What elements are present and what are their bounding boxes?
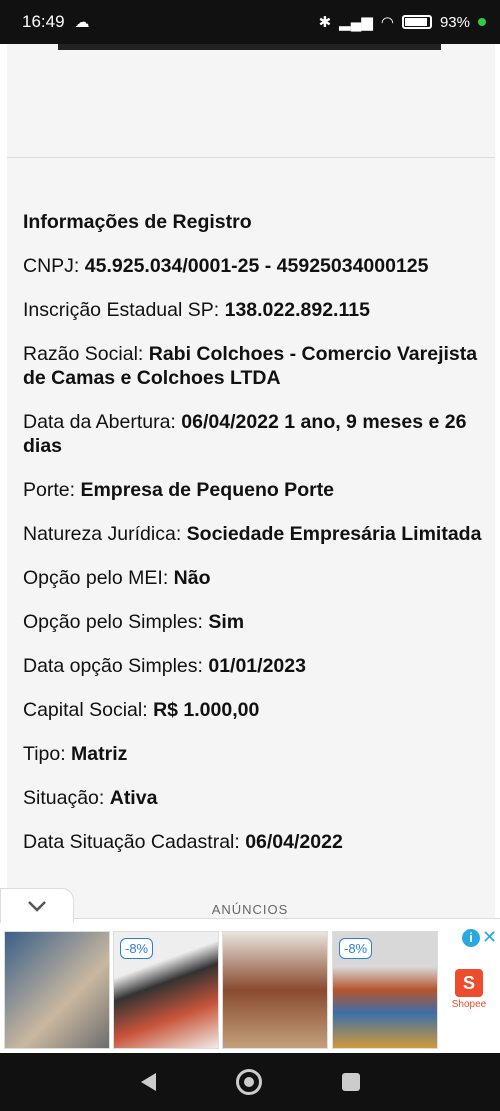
- info-row: Natureza Jurídica: Sociedade Empresária …: [23, 522, 483, 546]
- ad-product-image[interactable]: [4, 931, 110, 1049]
- info-value: 45.925.034/0001-25 - 45925034000125: [84, 255, 429, 277]
- home-icon[interactable]: [235, 1068, 262, 1095]
- info-value: Sociedade Empresária Limitada: [186, 523, 482, 545]
- cloud-icon: ☁: [74, 14, 90, 31]
- info-value: R$ 1.000,00: [153, 699, 260, 721]
- info-label: Razão Social:: [23, 343, 149, 365]
- info-row: Data da Abertura: 06/04/2022 1 ano, 9 me…: [23, 410, 483, 458]
- info-row: Capital Social: R$ 1.000,00: [23, 698, 483, 722]
- info-value: Matriz: [71, 743, 128, 765]
- info-row: Opção pelo Simples: Sim: [23, 610, 483, 634]
- info-value: 06/04/2022: [245, 831, 343, 853]
- privacy-dot-icon: [478, 18, 486, 26]
- ad-product-image[interactable]: -8%: [332, 931, 438, 1049]
- status-icons: ✱ ▂▄▆ ◠ 93%: [319, 13, 486, 31]
- bluetooth-icon: ✱: [318, 14, 332, 31]
- info-row: Razão Social: Rabi Colchoes - Comercio V…: [23, 342, 483, 390]
- info-value: 138.022.892.115: [224, 299, 370, 321]
- info-value: Sim: [208, 611, 245, 633]
- battery-percent: 93%: [439, 13, 470, 31]
- signal-icon: ▂▄▆: [339, 14, 373, 31]
- info-label: Natureza Jurídica:: [23, 523, 187, 545]
- ad-product-image[interactable]: [222, 931, 328, 1049]
- info-label: Opção pelo Simples:: [23, 611, 209, 633]
- info-label: Situação:: [23, 787, 110, 809]
- ad-product-image[interactable]: -8%: [113, 931, 219, 1049]
- info-label: Porte:: [23, 479, 81, 501]
- page-card: Informações de Registro CNPJ: 45.925.034…: [7, 44, 495, 918]
- info-row: Tipo: Matriz: [23, 742, 483, 766]
- registration-info: Informações de Registro CNPJ: 45.925.034…: [23, 210, 483, 874]
- info-label: Data opção Simples:: [23, 655, 209, 677]
- info-label: CNPJ:: [23, 255, 85, 277]
- back-icon[interactable]: [140, 1072, 156, 1091]
- info-label: Data Situação Cadastral:: [23, 831, 246, 853]
- info-row: Data opção Simples: 01/01/2023: [23, 654, 483, 678]
- navigation-bar: [0, 1052, 500, 1111]
- battery-icon: [401, 15, 432, 29]
- info-row: CNPJ: 45.925.034/0001-25 - 4592503400012…: [23, 254, 483, 278]
- info-label: Data da Abertura:: [23, 411, 182, 433]
- ads-label: ANÚNCIOS: [211, 902, 289, 917]
- info-label: Tipo:: [23, 743, 72, 765]
- collapse-ads-button[interactable]: [0, 888, 74, 923]
- recents-icon[interactable]: [341, 1072, 360, 1091]
- info-label: Opção pelo MEI:: [23, 567, 174, 589]
- discount-badge: -8%: [120, 938, 154, 959]
- divider: [7, 157, 495, 158]
- shopee-logo[interactable]: S Shopee: [446, 969, 492, 1010]
- info-value: Não: [173, 567, 211, 589]
- info-value: Ativa: [109, 787, 158, 809]
- shopee-label: Shopee: [451, 999, 487, 1010]
- section-title: Informações de Registro: [23, 211, 252, 233]
- status-time: 16:49: [22, 12, 65, 31]
- wifi-icon: ◠: [380, 14, 394, 31]
- info-row: Porte: Empresa de Pequeno Porte: [23, 478, 483, 502]
- ad-close-icon[interactable]: ✕: [482, 927, 497, 948]
- info-row: Data Situação Cadastral: 06/04/2022: [23, 830, 483, 854]
- ad-banner[interactable]: -8% -8% i ✕ S Shopee: [0, 918, 500, 1053]
- info-label: Inscrição Estadual SP:: [23, 299, 225, 321]
- info-row: Opção pelo MEI: Não: [23, 566, 483, 590]
- status-bar: 16:49 ☁ ✱ ▂▄▆ ◠ 93%: [0, 0, 500, 44]
- shopee-bag-icon: S: [455, 969, 483, 997]
- info-label: Capital Social:: [23, 699, 154, 721]
- top-ad-strip: [58, 44, 441, 50]
- discount-badge: -8%: [339, 938, 373, 959]
- info-row: Situação: Ativa: [23, 786, 483, 810]
- chevron-down-icon: [28, 901, 46, 912]
- info-value: Empresa de Pequeno Porte: [80, 479, 335, 501]
- info-row: Inscrição Estadual SP: 138.022.892.115: [23, 298, 483, 322]
- info-value: 01/01/2023: [208, 655, 306, 677]
- ad-info-icon[interactable]: i: [462, 929, 480, 947]
